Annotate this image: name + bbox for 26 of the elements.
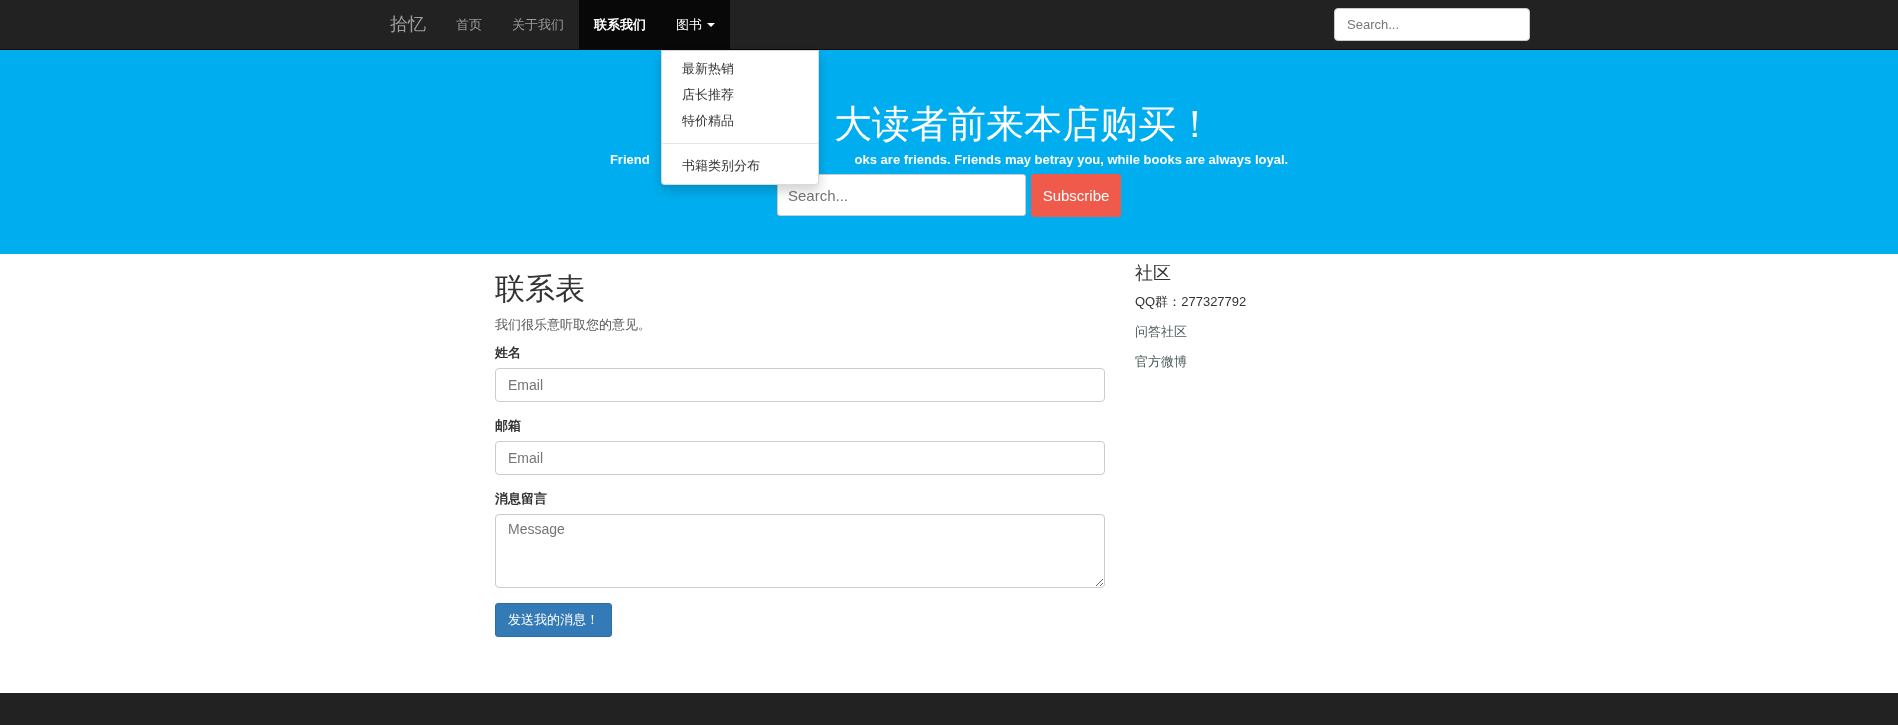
brand-link[interactable]: 拾忆: [390, 0, 441, 49]
menu-item[interactable]: 特价精品: [662, 108, 818, 134]
input-field[interactable]: Email: [495, 441, 1105, 475]
hero-tagline: Friend: [609, 152, 650, 167]
input-field[interactable]: Email: [495, 368, 1105, 402]
hero-title: 大读者前来本店购买！: [834, 102, 1214, 146]
field-label: 邮箱: [495, 417, 522, 435]
nav-link[interactable]: 图书: [661, 0, 730, 49]
menu-item[interactable]: 店长推荐: [662, 82, 818, 108]
search-field[interactable]: Search...: [1334, 8, 1530, 41]
nav-link[interactable]: 联系我们: [579, 0, 661, 49]
nav-link[interactable]: 关于我们: [497, 0, 579, 49]
menu-item[interactable]: 最新热销: [662, 56, 818, 82]
sidebar-text: QQ群：277327792: [1135, 293, 1247, 311]
form-title: 联系表: [495, 271, 586, 307]
field-label: 姓名: [495, 344, 522, 362]
search-field[interactable]: Search...: [777, 174, 1026, 216]
field-label: 消息留言: [495, 490, 548, 508]
hero-tagline: oks are friends. Friends may betray you, while books are always loyal.: [854, 152, 1289, 167]
sidebar-link[interactable]: 问答社区: [1135, 323, 1247, 341]
sidebar-title: 社区: [1135, 262, 1172, 285]
send-button[interactable]: 发送我的消息！: [495, 603, 612, 637]
sidebar-link[interactable]: 官方微博: [1135, 353, 1247, 371]
form-intro: 我们很乐意听取您的意见。: [495, 316, 652, 334]
nav-link[interactable]: 首页: [441, 0, 497, 49]
message-field[interactable]: Message: [495, 514, 1105, 588]
